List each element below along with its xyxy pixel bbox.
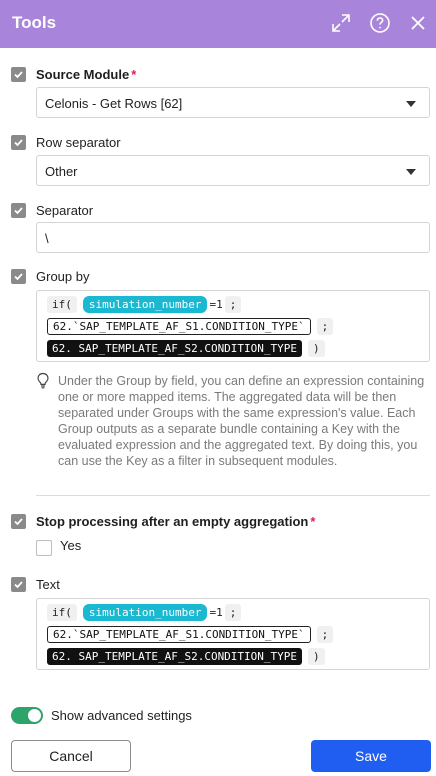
- expression-line: 62. SAP_TEMPLATE_AF_S2.CONDITION_TYPE ): [47, 339, 325, 357]
- source-module-value: Celonis - Get Rows [62]: [45, 96, 183, 111]
- group-by-expression-field[interactable]: if( simulation_number =1 ; 62.`SAP_TEMPL…: [36, 290, 430, 362]
- row-separator-toggle-checkbox[interactable]: [11, 135, 26, 150]
- variable-pill[interactable]: simulation_number: [82, 295, 208, 313]
- separator-token[interactable]: ;: [224, 295, 242, 313]
- operator-token: =1: [209, 605, 223, 619]
- row-separator-value: Other: [45, 164, 78, 179]
- separator-token[interactable]: ;: [316, 317, 334, 335]
- close-paren-token[interactable]: ): [308, 647, 325, 665]
- stop-processing-toggle-checkbox[interactable]: [11, 514, 26, 529]
- separator-token[interactable]: ;: [224, 603, 242, 621]
- required-mark: *: [310, 514, 316, 529]
- advanced-settings-toggle[interactable]: [11, 707, 43, 724]
- panel-header: Tools: [0, 0, 436, 48]
- chevron-down-icon: [406, 101, 416, 107]
- operator-token: =1: [209, 297, 223, 311]
- row-separator-select[interactable]: Other: [36, 155, 430, 186]
- cancel-button[interactable]: Cancel: [11, 740, 131, 772]
- separator-value: \: [45, 231, 49, 246]
- stop-processing-label: Stop processing after an empty aggregati…: [36, 514, 315, 529]
- source-module-label: Source Module *: [36, 67, 136, 82]
- toggle-knob: [28, 709, 41, 722]
- close-icon[interactable]: [405, 10, 431, 36]
- save-button[interactable]: Save: [311, 740, 431, 772]
- group-by-toggle-checkbox[interactable]: [11, 269, 26, 284]
- expand-icon[interactable]: [328, 10, 354, 36]
- function-token[interactable]: if(: [47, 603, 77, 621]
- required-mark: *: [131, 67, 137, 82]
- mapped-field-token[interactable]: 62. SAP_TEMPLATE_AF_S2.CONDITION_TYPE: [47, 647, 303, 665]
- stop-processing-yes-label[interactable]: Yes: [60, 538, 81, 553]
- expression-line: if( simulation_number =1 ;: [47, 603, 242, 621]
- group-by-help-text: Under the Group by field, you can define…: [58, 374, 425, 468]
- text-toggle-checkbox[interactable]: [11, 577, 26, 592]
- mapped-field-token[interactable]: 62.`SAP_TEMPLATE_AF_S1.CONDITION_TYPE`: [47, 625, 311, 643]
- advanced-settings-label[interactable]: Show advanced settings: [51, 708, 192, 723]
- separator-toggle-checkbox[interactable]: [11, 203, 26, 218]
- text-expression-field[interactable]: if( simulation_number =1 ; 62.`SAP_TEMPL…: [36, 598, 430, 670]
- group-by-label: Group by: [36, 269, 90, 284]
- close-paren-token[interactable]: ): [308, 339, 325, 357]
- mapped-field-token[interactable]: 62.`SAP_TEMPLATE_AF_S1.CONDITION_TYPE`: [47, 317, 311, 335]
- separator-input[interactable]: \: [36, 222, 430, 253]
- variable-pill[interactable]: simulation_number: [82, 603, 208, 621]
- expression-line: 62.`SAP_TEMPLATE_AF_S1.CONDITION_TYPE` ;: [47, 625, 334, 643]
- chevron-down-icon: [406, 169, 416, 175]
- panel-title: Tools: [12, 13, 57, 32]
- expression-line: 62.`SAP_TEMPLATE_AF_S1.CONDITION_TYPE` ;: [47, 317, 334, 335]
- row-separator-label: Row separator: [36, 135, 121, 150]
- expression-line: if( simulation_number =1 ;: [47, 295, 242, 313]
- function-token[interactable]: if(: [47, 295, 77, 313]
- mapped-field-token[interactable]: 62. SAP_TEMPLATE_AF_S2.CONDITION_TYPE: [47, 339, 303, 357]
- lightbulb-icon: [36, 372, 50, 390]
- stop-processing-label-text: Stop processing after an empty aggregati…: [36, 514, 309, 529]
- source-module-toggle-checkbox[interactable]: [11, 67, 26, 82]
- divider: [36, 495, 430, 496]
- stop-processing-yes-checkbox[interactable]: [36, 540, 52, 556]
- source-module-select[interactable]: Celonis - Get Rows [62]: [36, 87, 430, 118]
- source-module-label-text: Source Module: [36, 67, 130, 82]
- separator-label: Separator: [36, 203, 94, 218]
- separator-token[interactable]: ;: [316, 625, 334, 643]
- text-label: Text: [36, 577, 60, 592]
- help-icon[interactable]: [367, 10, 393, 36]
- expression-line: 62. SAP_TEMPLATE_AF_S2.CONDITION_TYPE ): [47, 647, 325, 665]
